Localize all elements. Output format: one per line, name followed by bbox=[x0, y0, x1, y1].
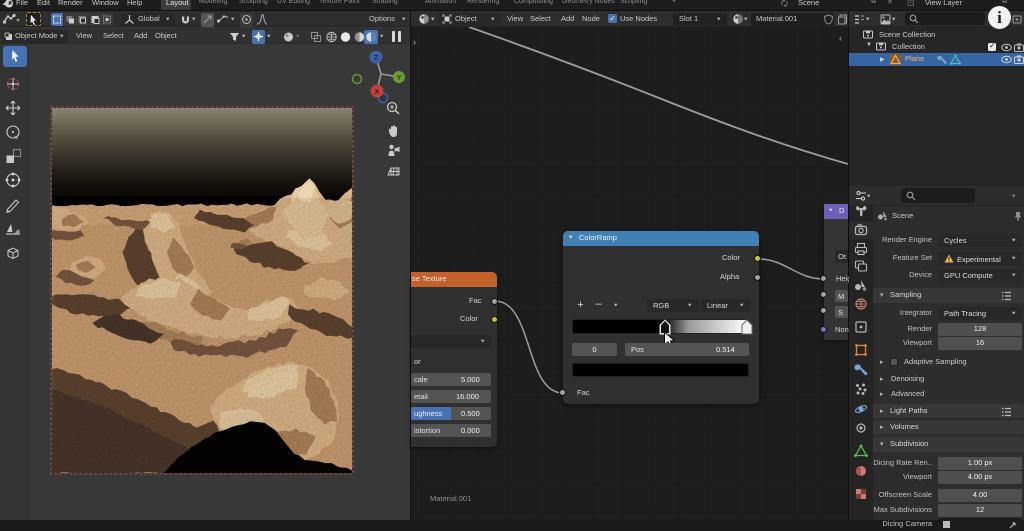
svg-text:Z: Z bbox=[374, 55, 379, 62]
svg-text:X: X bbox=[375, 89, 380, 96]
svg-text:Y: Y bbox=[397, 75, 402, 82]
